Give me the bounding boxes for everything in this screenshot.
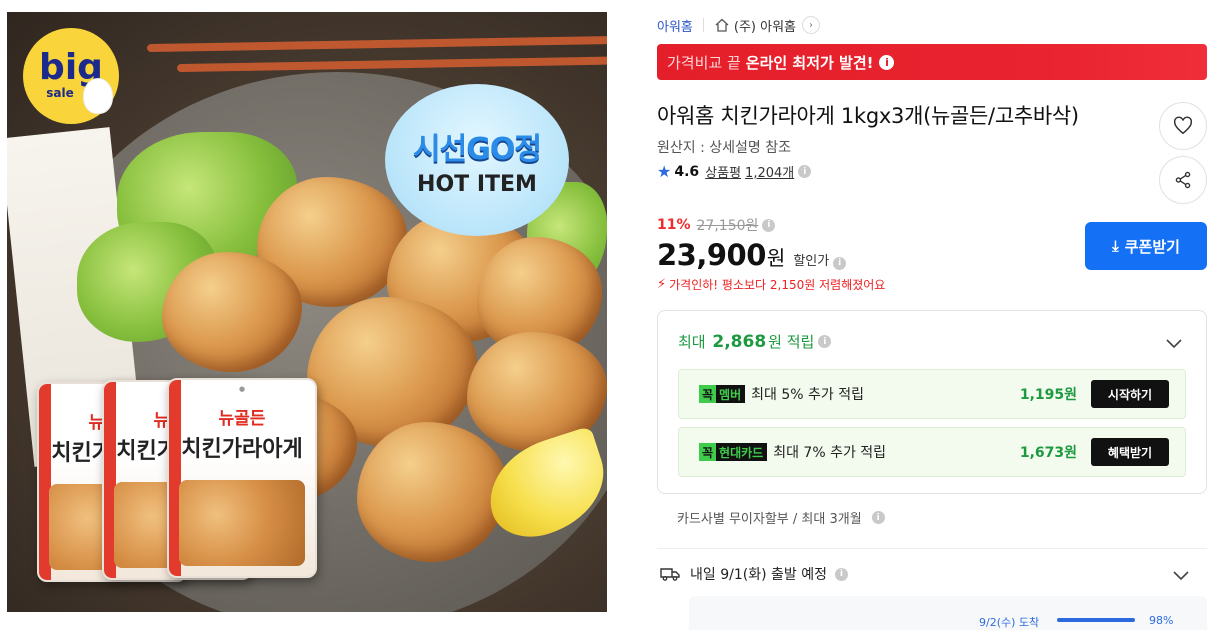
rating-score: 4.6 <box>674 163 700 180</box>
home-icon <box>715 18 729 32</box>
reward-row-member: 꼭 멤버 최대 5% 추가 적립 1,195원 시작하기 <box>678 369 1186 419</box>
info-icon[interactable]: i <box>818 335 832 348</box>
star-icon: ★ <box>657 162 672 181</box>
bunny-icon <box>83 78 113 114</box>
price-down-icon: ⚡ <box>657 277 667 292</box>
heart-icon <box>1173 116 1193 135</box>
store-link[interactable]: (주) 아워홈 <box>734 16 796 35</box>
sale-price: 23,900 <box>657 238 766 272</box>
card-badge: 꼭 현대카드 <box>699 443 768 461</box>
delivery-eta-box: 9/2(수) 도착 98% <box>689 596 1207 630</box>
product-bag: ● 뉴골든 치킨가라아게 <box>167 378 317 578</box>
info-icon[interactable]: i <box>833 256 847 270</box>
seller-breadcrumb: 아워홈 (주) 아워홈 › <box>657 14 821 36</box>
brand-link[interactable]: 아워홈 <box>657 16 693 35</box>
rating-summary: ★ 4.6 상품평 1,204개 i <box>657 162 812 181</box>
reward-row-card: 꼭 현대카드 최대 7% 추가 적립 1,673원 혜택받기 <box>678 427 1186 477</box>
membership-start-button[interactable]: 시작하기 <box>1091 380 1169 408</box>
review-link[interactable]: 상품평 <box>705 162 741 181</box>
info-icon[interactable]: i <box>871 511 885 524</box>
shipping-info[interactable]: 내일 9/1(화) 출발 예정 i <box>660 564 848 584</box>
download-icon: ⤓ <box>1112 237 1119 255</box>
eta-progress-bar <box>1057 618 1135 622</box>
chevron-right-icon[interactable]: › <box>802 16 821 34</box>
hot-item-badge: 시선GO정 HOT ITEM <box>385 84 569 236</box>
truck-icon <box>660 568 680 581</box>
sale-price-unit: 원 <box>766 246 786 270</box>
share-button[interactable] <box>1159 156 1207 204</box>
eta-percent: 98% <box>1149 614 1174 627</box>
coupon-download-button[interactable]: ⤓ 쿠폰받기 <box>1085 222 1207 270</box>
reward-headline[interactable]: 최대 2,868 원 적립 i <box>678 331 832 352</box>
chevron-down-icon[interactable] <box>1164 333 1184 353</box>
lowest-price-banner[interactable]: 가격비교 끝 온라인 최저가 발견! i <box>657 44 1207 80</box>
sale-price-label: 할인가 <box>793 254 830 269</box>
original-price: 27,150원 <box>696 218 759 234</box>
price-drop-notice: ⚡ 가격인하! 평소보다 2,150원 저렴해졌어요 <box>657 277 886 292</box>
card-benefit-button[interactable]: 혜택받기 <box>1091 438 1169 466</box>
big-sale-badge: big sale <box>23 28 119 124</box>
review-count[interactable]: 1,204개 <box>745 162 794 181</box>
origin-text: 원산지 : 상세설명 참조 <box>657 140 791 156</box>
breadcrumb-divider <box>702 18 704 32</box>
installment-info: 카드사별 무이자할부 / 최대 3개월 i <box>677 508 885 527</box>
share-icon <box>1175 171 1191 189</box>
chopstick-graphic <box>146 35 607 53</box>
info-icon[interactable]: i <box>798 165 812 178</box>
chevron-down-icon[interactable] <box>1171 565 1191 585</box>
section-divider <box>657 548 1207 549</box>
reward-panel: 최대 2,868 원 적립 i 꼭 멤버 최대 5% 추가 적립 1,195원 … <box>657 310 1207 494</box>
wishlist-button[interactable] <box>1159 102 1207 150</box>
eta-day: 9/2(수) 도착 <box>979 616 1040 629</box>
product-main-image[interactable]: ● 뉴골든 치킨가라아게 ● 뉴골든 치킨가라아게 ● 뉴골든 치킨가라아게 b… <box>7 12 607 612</box>
info-icon[interactable]: i <box>879 54 895 70</box>
info-icon[interactable]: i <box>762 218 776 232</box>
info-icon[interactable]: i <box>834 567 848 581</box>
discount-percent: 11% <box>657 217 691 233</box>
member-badge: 꼭 멤버 <box>699 385 746 403</box>
chopstick-graphic <box>176 55 607 73</box>
price-block: 11% 27,150원 i 23,900 원 할인가 i ⚡ 가격인하! 평소보… <box>657 214 885 293</box>
product-title: 아워홈 치킨가라아게 1kgx3개(뉴골든/고추바삭) <box>657 104 1079 128</box>
